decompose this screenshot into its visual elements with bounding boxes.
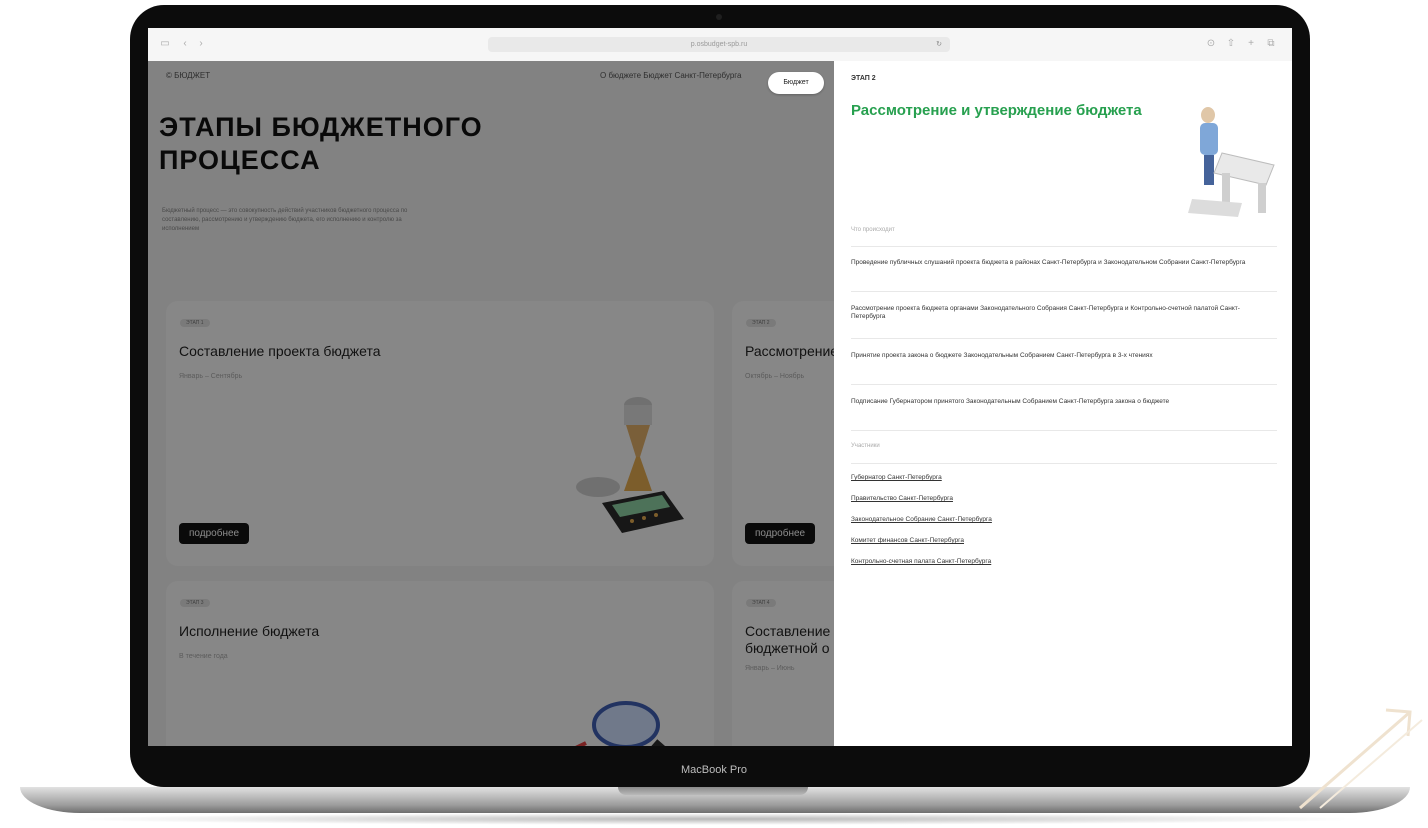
process-step: Подписание Губернатором принятого Законо… — [851, 398, 1170, 405]
tabs-overview-icon[interactable]: ⧉ — [1266, 39, 1276, 49]
browser-toolbar: ▭ ‹ › p.osbudget-spb.ru ↻ ⊙ ⇧ + ⧉ — [148, 28, 1292, 62]
budget-button[interactable]: Бюджет — [768, 72, 824, 94]
laptop-base-notch — [618, 787, 808, 795]
person-at-desk-illustration — [1188, 107, 1275, 217]
divider — [851, 430, 1277, 431]
share-icon[interactable]: ⇧ — [1226, 39, 1236, 49]
process-step: Рассмотрение проекта бюджета органами За… — [851, 305, 1240, 320]
download-icon[interactable]: ⊙ — [1206, 39, 1216, 49]
decorative-arrow-icon — [1299, 708, 1423, 810]
participant-link[interactable]: Законодательное Собрание Санкт-Петербург… — [851, 516, 992, 523]
camera-dot — [716, 14, 722, 20]
device-label: MacBook Pro — [680, 764, 748, 776]
participant-link[interactable]: Правительство Санкт-Петербурга — [851, 495, 953, 502]
divider — [851, 338, 1277, 339]
participant-link[interactable]: Контрольно-счетная палата Санкт-Петербур… — [851, 558, 991, 565]
panel-title: Рассмотрение и утверждение бюджета — [851, 102, 1142, 119]
process-step: Проведение публичных слушаний проекта бю… — [851, 259, 1246, 266]
laptop-shadow — [60, 813, 1370, 825]
address-bar[interactable]: p.osbudget-spb.ru ↻ — [488, 37, 950, 52]
divider — [851, 463, 1277, 464]
process-step: Принятие проекта закона о бюджете Законо… — [851, 352, 1153, 359]
divider — [851, 384, 1277, 385]
divider — [851, 291, 1277, 292]
forward-icon[interactable]: › — [196, 39, 206, 49]
reload-icon[interactable]: ↻ — [936, 37, 942, 52]
sidebar-toggle-icon[interactable]: ▭ — [160, 39, 170, 49]
participants-section-label: Участники — [851, 443, 880, 449]
participant-link[interactable]: Комитет финансов Санкт-Петербурга — [851, 537, 964, 544]
participant-link[interactable]: Губернатор Санкт-Петербурга — [851, 474, 942, 481]
steps-section-label: Что происходит — [851, 227, 895, 233]
modal-backdrop[interactable] — [148, 61, 834, 746]
laptop-screen: ▭ ‹ › p.osbudget-spb.ru ↻ ⊙ ⇧ + ⧉ © БЮДЖ… — [148, 28, 1292, 746]
back-icon[interactable]: ‹ — [180, 39, 190, 49]
new-tab-icon[interactable]: + — [1246, 39, 1256, 49]
stage-detail-panel: ЭТАП 2 Рассмотрение и утверждение бюджет… — [834, 61, 1292, 746]
divider — [851, 246, 1277, 247]
address-bar-url: p.osbudget-spb.ru — [690, 41, 748, 48]
stage-number: ЭТАП 2 — [851, 75, 876, 82]
